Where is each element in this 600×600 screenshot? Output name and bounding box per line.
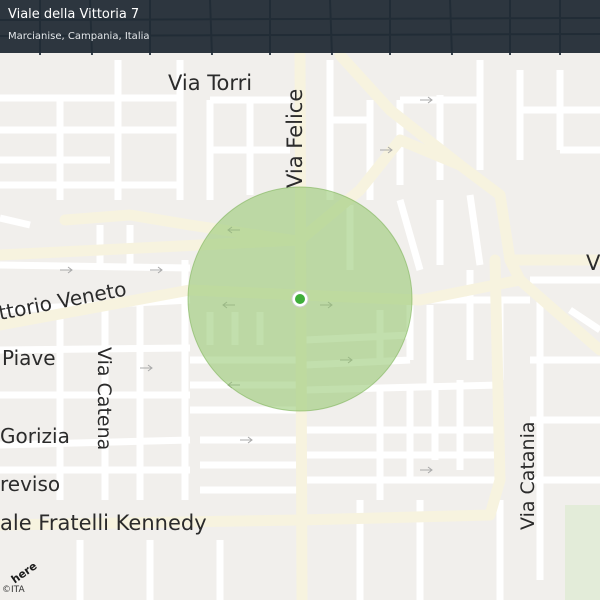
city-line: Marcianise, Campania, Italia [8, 31, 150, 42]
street-label-via-catania: Via Catania [517, 421, 539, 530]
street-label-gorizia: Gorizia [0, 424, 70, 448]
street-label-fratelli-kennedy: ale Fratelli Kennedy [0, 511, 207, 535]
address-line: Viale della Vittoria 7 [8, 7, 140, 22]
here-logo: here [9, 560, 40, 586]
street-label-right-edge: V [586, 251, 600, 275]
current-location-dot [295, 294, 305, 304]
street-label-via-torri: Via Torri [168, 71, 252, 95]
here-logo-text: here [9, 560, 40, 586]
park-area [565, 505, 600, 600]
map-copyright: ©ITA [2, 585, 25, 595]
street-label-via-felice: Via Felice [283, 89, 307, 188]
street-label-treviso: reviso [0, 472, 60, 496]
location-header: Viale della Vittoria 7 Marcianise, Campa… [0, 0, 600, 53]
map-canvas[interactable]: Via Torri Via Felice ttorio Veneto Piave… [0, 0, 600, 600]
street-label-via-catena: Via Catena [93, 347, 115, 450]
street-label-piave: Piave [2, 346, 56, 370]
